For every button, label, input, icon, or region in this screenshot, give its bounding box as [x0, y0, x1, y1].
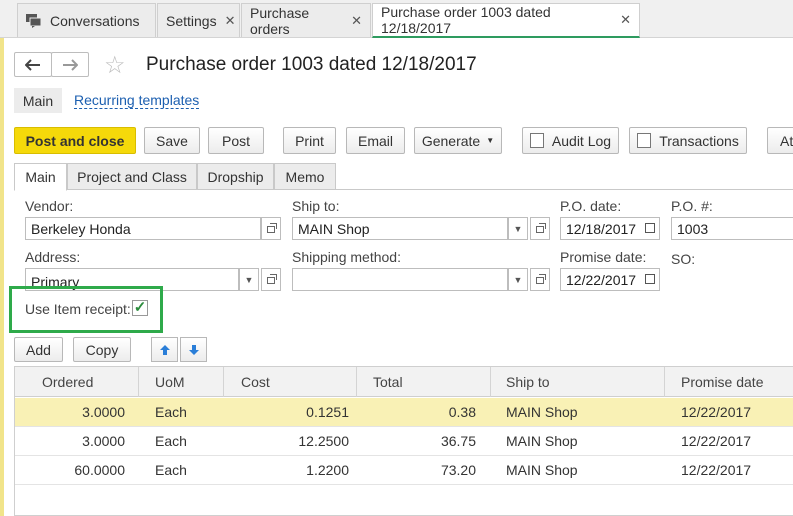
- recurring-templates-link[interactable]: Recurring templates: [74, 93, 200, 109]
- more-actions-button[interactable]: At: [767, 127, 793, 154]
- tab-purchase-orders[interactable]: Purchase orders ✕: [241, 3, 371, 37]
- tab-main[interactable]: Main: [14, 163, 67, 191]
- column-header-ship-to[interactable]: Ship to: [491, 367, 665, 397]
- column-header-uom[interactable]: UoM: [139, 367, 224, 397]
- save-button[interactable]: Save: [144, 127, 200, 154]
- table-row[interactable]: 3.0000 Each 0.1251 0.38 MAIN Shop 12/22/…: [15, 398, 793, 427]
- cell-cost: 12.2500: [298, 433, 349, 449]
- add-button[interactable]: Add: [14, 337, 63, 362]
- open-link-icon[interactable]: [530, 268, 550, 291]
- window-tab-bar: Conversations Settings ✕ Purchase orders…: [0, 0, 793, 38]
- close-icon[interactable]: ✕: [225, 13, 236, 29]
- arrow-right-icon: [63, 58, 78, 71]
- address-label: Address:: [25, 249, 81, 265]
- cell-uom: Each: [155, 433, 187, 449]
- generate-button[interactable]: Generate ▼: [414, 127, 502, 154]
- subnav-main[interactable]: Main: [14, 88, 62, 113]
- generate-label: Generate: [421, 132, 481, 149]
- tab-label: Purchase orders: [250, 4, 310, 37]
- vendor-label: Vendor:: [25, 198, 74, 214]
- tab-settings[interactable]: Settings ✕: [157, 3, 240, 37]
- form-tabs: Main Project and Class Dropship Memo: [14, 163, 793, 191]
- print-button[interactable]: Print: [283, 127, 336, 154]
- use-item-receipt-label: Use Item receipt:: [25, 301, 131, 317]
- cell-ship-to: MAIN Shop: [506, 433, 578, 449]
- post-and-close-button[interactable]: Post and close: [14, 127, 136, 154]
- column-header-promise-date[interactable]: Promise date: [665, 367, 793, 397]
- so-label: SO:: [671, 251, 696, 267]
- audit-log-label: Audit Log: [551, 132, 612, 149]
- open-link-icon[interactable]: [261, 217, 281, 240]
- cell-cost: 1.2200: [306, 462, 349, 478]
- line-items-table: Ordered UoM Cost Total Ship to Promise d…: [14, 366, 793, 516]
- calendar-icon[interactable]: [645, 223, 655, 233]
- vendor-field[interactable]: Berkeley Honda: [25, 217, 261, 240]
- ship-to-label: Ship to:: [292, 198, 340, 214]
- chevron-down-icon[interactable]: ▼: [508, 217, 528, 240]
- cell-uom: Each: [155, 462, 187, 478]
- arrow-up-icon[interactable]: [151, 337, 178, 362]
- tab-dropship[interactable]: Dropship: [197, 163, 274, 190]
- tab-purchase-order-1003[interactable]: Purchase order 1003 dated 12/18/2017 ✕: [372, 3, 640, 38]
- table-row[interactable]: 60.0000 Each 1.2200 73.20 MAIN Shop 12/2…: [15, 456, 793, 485]
- arrow-down-icon[interactable]: [180, 337, 207, 362]
- cell-promise-date: 12/22/2017: [681, 404, 752, 420]
- column-header-ordered[interactable]: Ordered: [15, 367, 139, 397]
- po-date-label: P.O. date:: [560, 198, 622, 214]
- cell-ship-to: MAIN Shop: [506, 404, 578, 420]
- calendar-icon[interactable]: [645, 274, 655, 284]
- promise-date-label: Promise date:: [560, 249, 647, 265]
- left-accent-bar: [0, 0, 4, 516]
- cell-ordered: 3.0000: [82, 404, 125, 420]
- cell-ordered: 60.0000: [74, 462, 125, 478]
- email-button[interactable]: Email: [346, 127, 405, 154]
- po-number-label: P.O. #:: [671, 198, 713, 214]
- chevron-down-icon[interactable]: ▼: [508, 268, 528, 291]
- cell-ship-to: MAIN Shop: [506, 462, 578, 478]
- page-title: Purchase order 1003 dated 12/18/2017: [146, 54, 477, 75]
- tab-label: Conversations: [50, 12, 140, 29]
- tab-conversations[interactable]: Conversations: [17, 3, 156, 37]
- column-header-total[interactable]: Total: [357, 367, 491, 397]
- close-icon[interactable]: ✕: [351, 13, 362, 29]
- back-button[interactable]: [14, 52, 52, 77]
- dropdown-caret-icon: ▼: [486, 136, 495, 145]
- document-icon: [637, 133, 652, 148]
- cell-uom: Each: [155, 404, 187, 420]
- transactions-label: Transactions: [659, 132, 739, 149]
- star-icon[interactable]: ☆: [104, 51, 126, 80]
- tab-label: Settings: [166, 12, 217, 29]
- arrow-left-icon: [25, 58, 40, 71]
- cell-promise-date: 12/22/2017: [681, 433, 752, 449]
- copy-button[interactable]: Copy: [73, 337, 131, 362]
- open-link-icon[interactable]: [261, 268, 281, 291]
- forward-button[interactable]: [51, 52, 89, 77]
- cell-ordered: 3.0000: [82, 433, 125, 449]
- tab-memo[interactable]: Memo: [274, 163, 336, 190]
- audit-log-button[interactable]: Audit Log: [522, 127, 619, 154]
- checkmark-icon: ✓: [133, 299, 147, 316]
- shipping-method-field[interactable]: [292, 268, 508, 291]
- chat-icon: [26, 14, 42, 28]
- ship-to-field[interactable]: MAIN Shop: [292, 217, 508, 240]
- chevron-down-icon[interactable]: ▼: [239, 268, 259, 291]
- cell-cost: 0.1251: [306, 404, 349, 420]
- audit-log-icon: [529, 133, 544, 148]
- tab-label: Purchase order 1003 dated 12/18/2017: [381, 4, 551, 36]
- close-icon[interactable]: ✕: [620, 12, 631, 28]
- transactions-button[interactable]: Transactions: [629, 127, 747, 154]
- column-header-cost[interactable]: Cost: [224, 367, 357, 397]
- tab-project-and-class[interactable]: Project and Class: [67, 163, 197, 190]
- post-button[interactable]: Post: [208, 127, 264, 154]
- cell-total: 73.20: [440, 462, 476, 478]
- open-link-icon[interactable]: [530, 217, 550, 240]
- cell-total: 0.38: [448, 404, 476, 420]
- table-row[interactable]: 3.0000 Each 12.2500 36.75 MAIN Shop 12/2…: [15, 427, 793, 456]
- shipping-method-label: Shipping method:: [292, 249, 401, 265]
- use-item-receipt-checkbox[interactable]: ✓: [132, 300, 148, 316]
- cell-promise-date: 12/22/2017: [681, 462, 752, 478]
- table-header: Ordered UoM Cost Total Ship to Promise d…: [15, 367, 793, 397]
- cell-total: 36.75: [440, 433, 476, 449]
- po-number-field[interactable]: 1003: [671, 217, 793, 240]
